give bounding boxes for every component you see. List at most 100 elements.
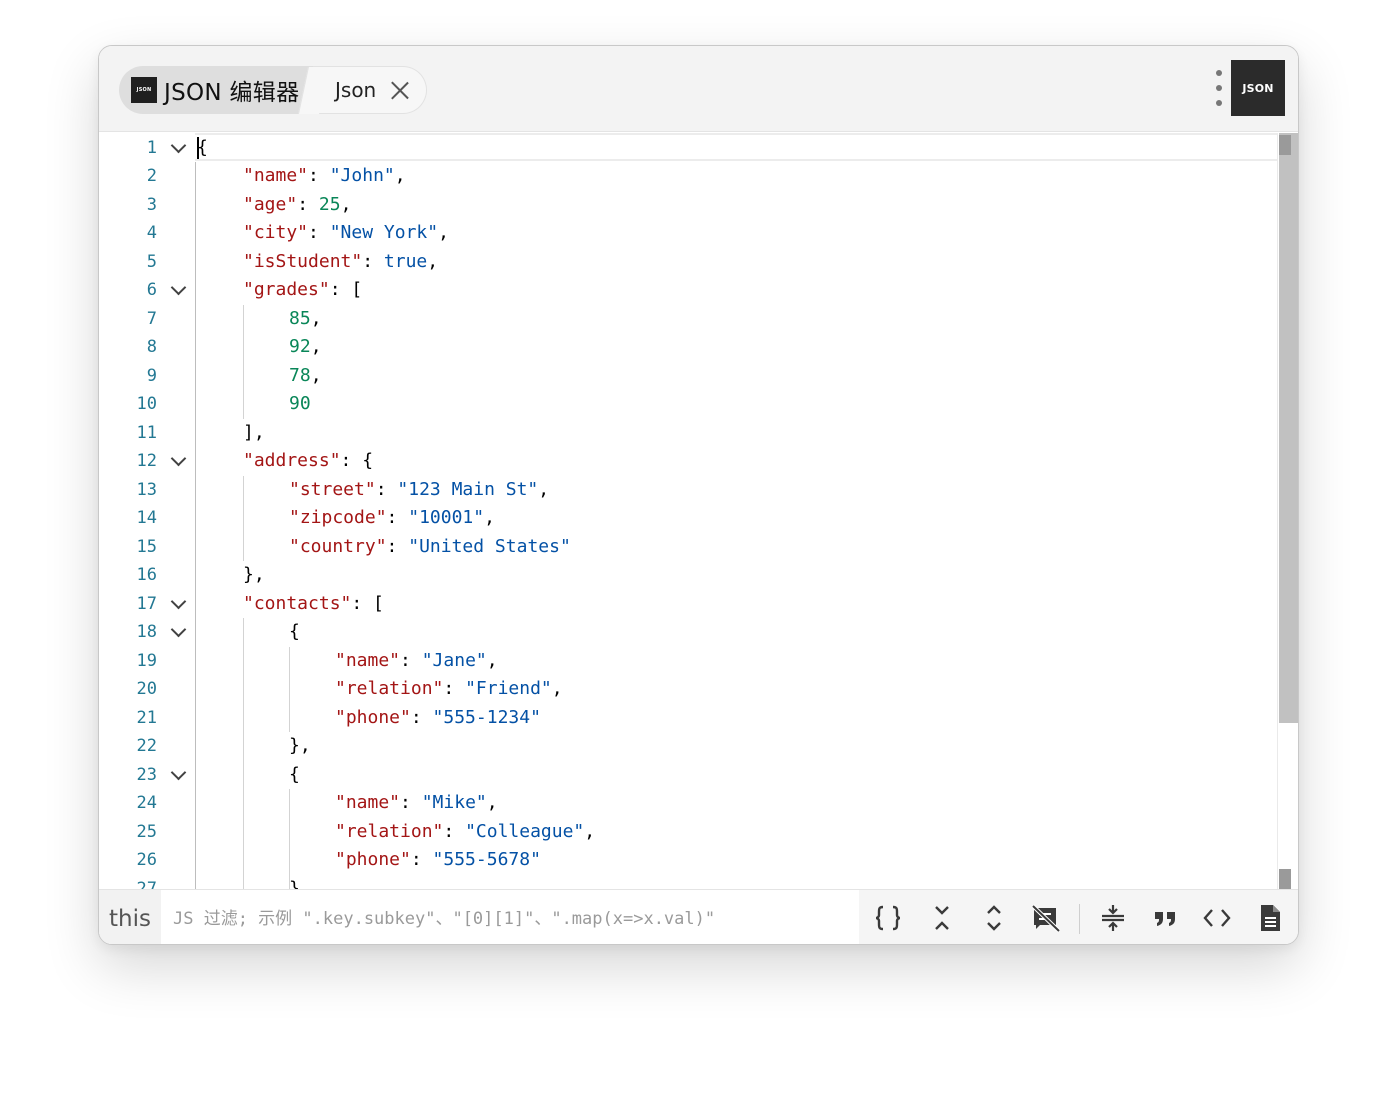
line-number: 26 <box>136 850 157 870</box>
code-token: : <box>362 250 384 272</box>
code-line[interactable]: }, <box>243 561 265 590</box>
format-button[interactable] <box>871 901 905 935</box>
line-number: 18 <box>136 622 157 642</box>
line-number: 25 <box>136 821 157 842</box>
code-line[interactable]: "age": 25, <box>243 191 351 220</box>
fold-chevron-icon[interactable] <box>169 618 189 647</box>
fold-chevron-icon[interactable] <box>169 447 189 476</box>
scrollbar-marker-bottom <box>1279 869 1291 889</box>
expand-icon <box>987 905 1001 931</box>
code-token: "relation" <box>335 820 444 842</box>
code-token: : <box>308 165 330 186</box>
code-line[interactable]: "relation": "Friend", <box>335 675 563 704</box>
code-line[interactable]: 85, <box>289 305 322 334</box>
fold-chevron-icon[interactable] <box>169 590 189 619</box>
code-editor[interactable]: 1 2 3 4 5 6 7 8 9 10 11 12 13 14 15 16 17 18 19 20 21 22 23 24 2… <box>99 133 1298 889</box>
code-line[interactable]: "isStudent": true, <box>243 248 438 277</box>
code-line[interactable]: 90 <box>289 390 311 419</box>
code-line[interactable]: "address": { <box>243 447 373 476</box>
collapse-icon <box>935 906 949 930</box>
code-line[interactable]: "city": "New York", <box>243 219 449 248</box>
code-line[interactable]: }, <box>289 732 311 761</box>
code-token: : <box>297 193 319 215</box>
code-token: "name" <box>243 165 309 186</box>
code-token: : <box>386 535 409 557</box>
code-line[interactable]: "country": "United States" <box>289 533 571 562</box>
code-token: "phone" <box>335 706 411 728</box>
code-token: "123 Main St" <box>397 478 539 500</box>
expand-all-button[interactable] <box>977 901 1011 935</box>
fold-chevron-icon[interactable] <box>169 761 189 790</box>
code-line[interactable]: "grades": [ <box>243 276 362 305</box>
code-token: : <box>443 678 466 699</box>
fold-chevron-icon[interactable] <box>169 276 189 305</box>
code-line[interactable]: { <box>289 618 300 647</box>
code-token: , <box>551 678 563 699</box>
code-line[interactable]: "contacts": [ <box>243 590 384 619</box>
json-app-icon: JSON <box>131 77 157 103</box>
fold-chevron-icon[interactable] <box>169 134 189 163</box>
code-token: 92 <box>289 336 311 357</box>
line-number: 9 <box>146 365 157 386</box>
code-token: "10001" <box>408 507 485 528</box>
toggle-comments-button[interactable] <box>1029 901 1063 935</box>
close-icon[interactable] <box>390 80 410 100</box>
code-line[interactable]: "phone": "555-1234" <box>335 704 541 733</box>
code-line[interactable]: "street": "123 Main St", <box>289 476 549 505</box>
code-token: }, <box>243 564 265 585</box>
indent-guide <box>289 789 290 889</box>
compress-button[interactable] <box>1096 901 1130 935</box>
indent-guide <box>243 475 244 561</box>
quote-icon <box>1155 912 1175 926</box>
code-line[interactable]: "name": "Jane", <box>335 647 498 676</box>
code-line[interactable]: "name": "Mike", <box>335 789 498 818</box>
code-line[interactable]: "name": "John", <box>243 162 406 191</box>
code-token: : <box>443 820 466 842</box>
code-line[interactable]: { <box>197 134 208 163</box>
this-label: this <box>99 890 161 944</box>
json-editor-window: JSON JSON 编辑器 Json JSON 1 2 3 4 5 6 7 8 9 10 11 12 1… <box>98 45 1299 945</box>
filter-input[interactable] <box>161 890 859 944</box>
code-token: , <box>340 193 352 215</box>
code-token: "New York" <box>329 222 439 243</box>
code-token: : { <box>340 450 374 471</box>
scrollbar-thumb[interactable] <box>1279 133 1298 723</box>
line-number: 14 <box>136 508 157 528</box>
indent-guide <box>195 161 196 889</box>
code-token: : <box>400 792 422 813</box>
braces-icon <box>875 905 901 931</box>
code-line[interactable]: 92, <box>289 333 322 362</box>
code-button[interactable] <box>1200 901 1234 935</box>
code-line[interactable]: 78, <box>289 362 322 391</box>
code-token: : <box>308 222 330 243</box>
code-line[interactable]: ], <box>243 419 265 448</box>
code-token: 90 <box>289 393 311 414</box>
code-token: "country" <box>289 535 387 557</box>
tab-json[interactable]: Json <box>313 66 427 114</box>
json-badge[interactable]: JSON <box>1231 60 1285 116</box>
code-token: "Friend" <box>465 678 552 699</box>
line-number: 21 <box>136 707 157 728</box>
code-area[interactable]: { "name": "John", "age": 25, "city": "New Y… <box>195 133 1277 889</box>
code-line[interactable]: }, <box>289 875 311 890</box>
code-token: "United States" <box>408 535 571 557</box>
code-token: "address" <box>243 450 341 471</box>
line-number: 24 <box>136 793 157 813</box>
code-line[interactable]: "relation": "Colleague", <box>335 818 595 847</box>
code-token: , <box>484 507 495 528</box>
comment-off-icon <box>1031 904 1061 933</box>
collapse-all-button[interactable] <box>925 901 959 935</box>
line-number: 8 <box>146 337 157 357</box>
kebab-menu-icon[interactable] <box>1211 70 1227 106</box>
code-line[interactable]: "phone": "555-5678" <box>335 846 541 875</box>
escape-quotes-button[interactable] <box>1148 901 1182 935</box>
line-number: 11 <box>136 422 157 443</box>
code-line[interactable]: { <box>289 761 300 790</box>
line-number: 5 <box>146 251 157 272</box>
document-button[interactable] <box>1253 901 1287 935</box>
code-token: "Jane" <box>421 649 487 671</box>
scrollbar-marker-top <box>1279 135 1291 155</box>
code-token: }, <box>289 877 311 890</box>
line-number: 1 <box>146 137 157 158</box>
code-line[interactable]: "zipcode": "10001", <box>289 504 495 533</box>
